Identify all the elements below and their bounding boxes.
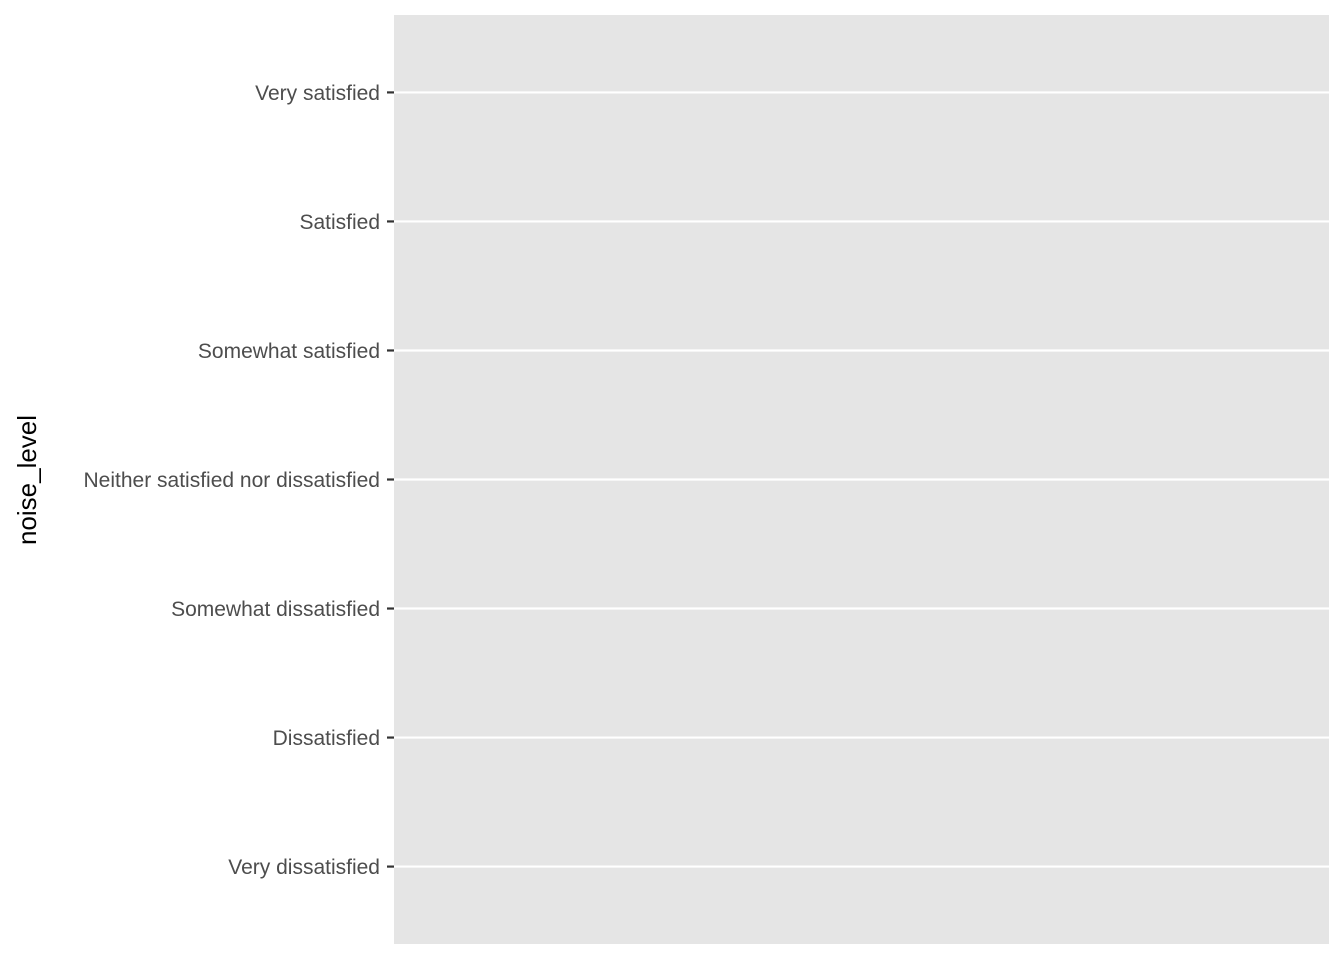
y-tick-label: Satisfied: [299, 211, 380, 234]
y-tick-label: Very satisfied: [255, 82, 380, 105]
y-axis-tick-labels: Very satisfied Satisfied Somewhat satisfie…: [84, 82, 380, 879]
y-tick-label: Very dissatisfied: [228, 856, 380, 879]
y-tick-label: Neither satisfied nor dissatisfied: [84, 469, 380, 492]
y-axis-ticks: [387, 91, 394, 868]
y-tick-label: Dissatisfied: [273, 727, 380, 750]
y-axis-title: noise_level: [12, 415, 42, 545]
y-tick-label: Somewhat satisfied: [198, 340, 380, 363]
chart: Very satisfied Satisfied Somewhat satisfie…: [12, 15, 1329, 944]
y-tick-label: Somewhat dissatisfied: [171, 598, 380, 621]
